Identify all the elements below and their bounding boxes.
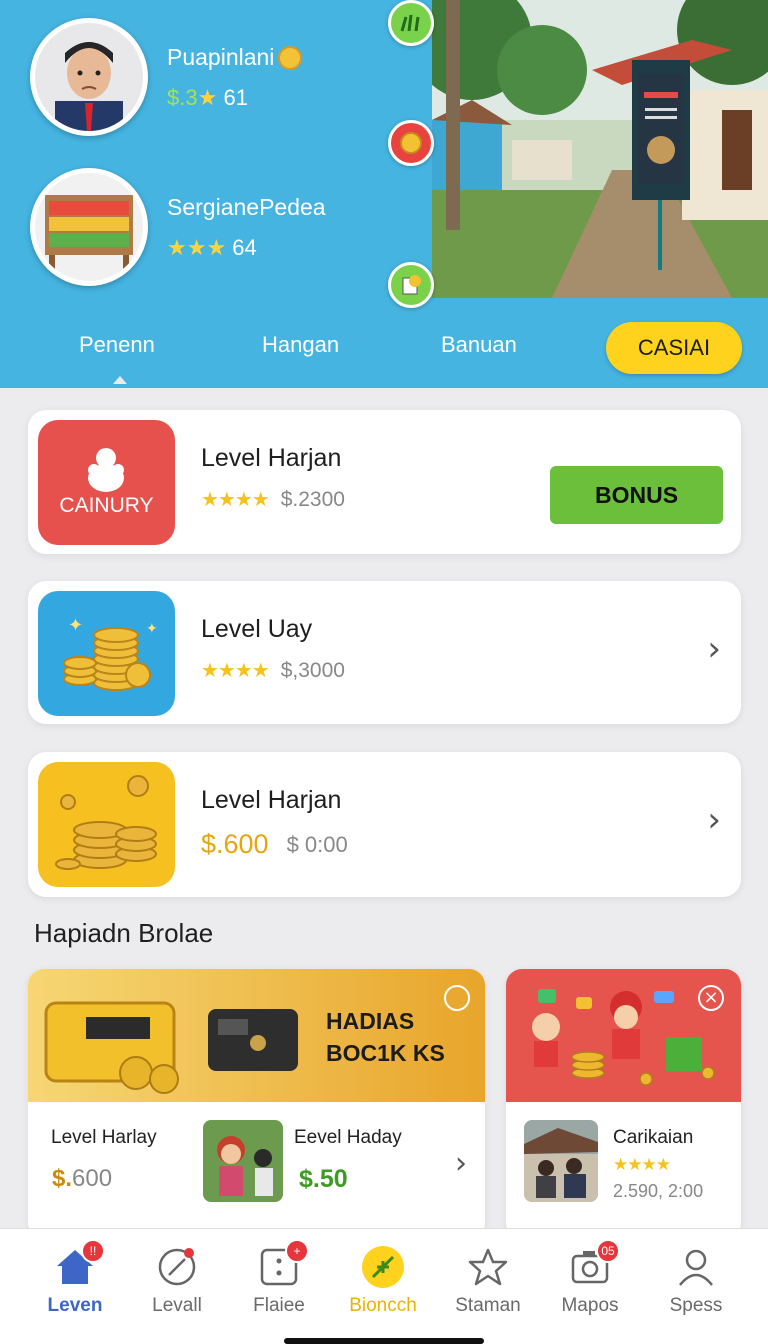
nav-label: Leven: [47, 1295, 103, 1316]
leaf-icon: [361, 1245, 405, 1289]
item-price: $.600: [52, 1165, 112, 1193]
nav-badge: 05: [596, 1239, 620, 1263]
tab-hangan[interactable]: Hangan: [262, 332, 339, 358]
promo-card-side[interactable]: × Carikaian ★★★★ 2.590, 2:00: [506, 969, 741, 1239]
coin-icon: [275, 43, 306, 74]
rating-stars: ★★★★: [201, 660, 270, 682]
promo-card-main[interactable]: HADIAS BOC1K KS Level Harlay $.600 Eevel…: [28, 969, 485, 1239]
avatar: [30, 168, 148, 286]
stat-money: $.3: [167, 84, 198, 110]
chevron-right-icon[interactable]: ›: [455, 1146, 467, 1181]
nav-item-staman[interactable]: Staman: [438, 1229, 538, 1329]
casiai-button[interactable]: CASIAI: [606, 322, 742, 374]
item-price: $.50: [299, 1165, 348, 1193]
nav-item-levall[interactable]: Levall: [127, 1229, 227, 1329]
nav-label: Levall: [152, 1295, 202, 1316]
nav-item-leven[interactable]: !! Leven: [25, 1229, 125, 1329]
card-amount: $ 0:00: [286, 831, 348, 857]
rating-stars: ★★★★: [201, 489, 270, 511]
nav-label: Flaiee: [253, 1295, 305, 1316]
tab-banuan[interactable]: Banuan: [441, 332, 517, 358]
card-thumbnail: [38, 762, 175, 887]
nav-label: Staman: [455, 1295, 521, 1316]
card-amount: $,3000: [280, 658, 345, 682]
item-subtitle: 2.590, 2:00: [613, 1181, 704, 1201]
card-price: $.600: [201, 829, 269, 859]
nav-item-bioncch[interactable]: Bioncch: [333, 1229, 433, 1329]
active-tab-indicator: [113, 376, 127, 384]
camera-icon: 05: [568, 1239, 620, 1289]
refresh-icon[interactable]: [444, 985, 470, 1011]
stat-value: 61: [223, 84, 248, 110]
tab-bar: Penenn Hangan Banuan CASIAI: [0, 322, 768, 384]
banner-line-1: HADIAS: [326, 1008, 415, 1034]
star-icon: ★: [197, 84, 218, 110]
banner-line-2: BOC1K KS: [326, 1040, 445, 1066]
close-icon[interactable]: ×: [698, 985, 724, 1011]
nav-label: Spess: [669, 1295, 723, 1316]
profile-stat: ★★★ 64: [167, 235, 326, 261]
bottom-nav: !! Leven Levall + Flaiee Bioncch Staman …: [0, 1228, 768, 1344]
rating-stars: ★★★★: [613, 1155, 671, 1174]
profile-1[interactable]: Puapinlani $.3★ 61: [30, 18, 306, 136]
nav-badge: +: [285, 1239, 309, 1263]
nav-item-flaiee[interactable]: + Flaiee: [229, 1229, 329, 1329]
card-meta: $.600 $ 0:00: [201, 829, 348, 860]
avatar: [30, 18, 148, 136]
header-photo: [432, 0, 768, 298]
home-indicator[interactable]: [284, 1338, 484, 1344]
nav-label: Mapos: [561, 1295, 619, 1316]
item-title: Carikaian: [613, 1127, 694, 1148]
level-card[interactable]: ✦ ✦ Level Uay ★★★★ $,3000 ›: [28, 581, 741, 724]
svg-text:✦: ✦: [146, 621, 158, 637]
profile-2[interactable]: SergianePedea ★★★ 64: [30, 168, 326, 286]
item-title: Level Harlay: [51, 1127, 157, 1148]
card-title: Level Uay: [201, 615, 313, 643]
card-thumbnail: ✦ ✦: [38, 591, 175, 716]
section-title: Hapiadn Brolae: [34, 918, 214, 948]
promo-banner: ×: [506, 969, 741, 1102]
tab-penenn[interactable]: Penenn: [79, 332, 155, 358]
card-meta: ★★★★ $.2300: [201, 487, 345, 512]
person-icon: [674, 1245, 718, 1289]
price-symbol: $.: [52, 1165, 73, 1192]
level-card[interactable]: CAINURY Level Harjan ★★★★ $.2300 BONUS: [28, 410, 741, 554]
chevron-right-icon[interactable]: ›: [707, 800, 721, 840]
card-amount: $.2300: [280, 487, 345, 511]
bonus-button[interactable]: BONUS: [550, 466, 723, 524]
profile-name: SergianePedea: [167, 193, 326, 220]
receipt-icon[interactable]: [388, 262, 434, 308]
item-thumbnail: [524, 1120, 598, 1202]
profile-name: Puapinlani: [167, 43, 306, 74]
nav-item-spess[interactable]: Spess: [646, 1229, 746, 1329]
card-title: Level Harjan: [201, 786, 342, 814]
home-icon: !!: [53, 1239, 105, 1289]
rating-stars: ★★★: [167, 234, 227, 260]
level-card[interactable]: Level Harjan $.600 $ 0:00 ›: [28, 752, 741, 897]
thumb-label: CAINURY: [59, 494, 154, 517]
promo-banner: HADIAS BOC1K KS: [28, 969, 485, 1102]
compass-icon: [155, 1245, 199, 1289]
star-icon: [466, 1245, 510, 1289]
dice-icon: +: [257, 1239, 309, 1289]
item-title: Eevel Haday: [294, 1127, 402, 1148]
leaf-icon[interactable]: [388, 0, 434, 46]
nav-badge: !!: [81, 1239, 105, 1263]
card-meta: ★★★★ $,3000: [201, 658, 345, 683]
stat-value: 64: [232, 234, 257, 260]
nav-label: Bioncch: [349, 1295, 417, 1316]
card-thumbnail: CAINURY: [38, 420, 175, 545]
chevron-right-icon[interactable]: ›: [707, 629, 721, 669]
svg-text:✦: ✦: [68, 615, 83, 636]
coin-icon[interactable]: [388, 120, 434, 166]
price-value: 600: [72, 1165, 113, 1192]
card-title: Level Harjan: [201, 444, 342, 472]
nav-item-mapos[interactable]: 05 Mapos: [540, 1229, 640, 1329]
profile-stat: $.3★ 61: [167, 85, 302, 111]
header: Puapinlani $.3★ 61 SergianePedea ★★★ 64 …: [0, 0, 768, 388]
item-thumbnail: [203, 1120, 283, 1202]
